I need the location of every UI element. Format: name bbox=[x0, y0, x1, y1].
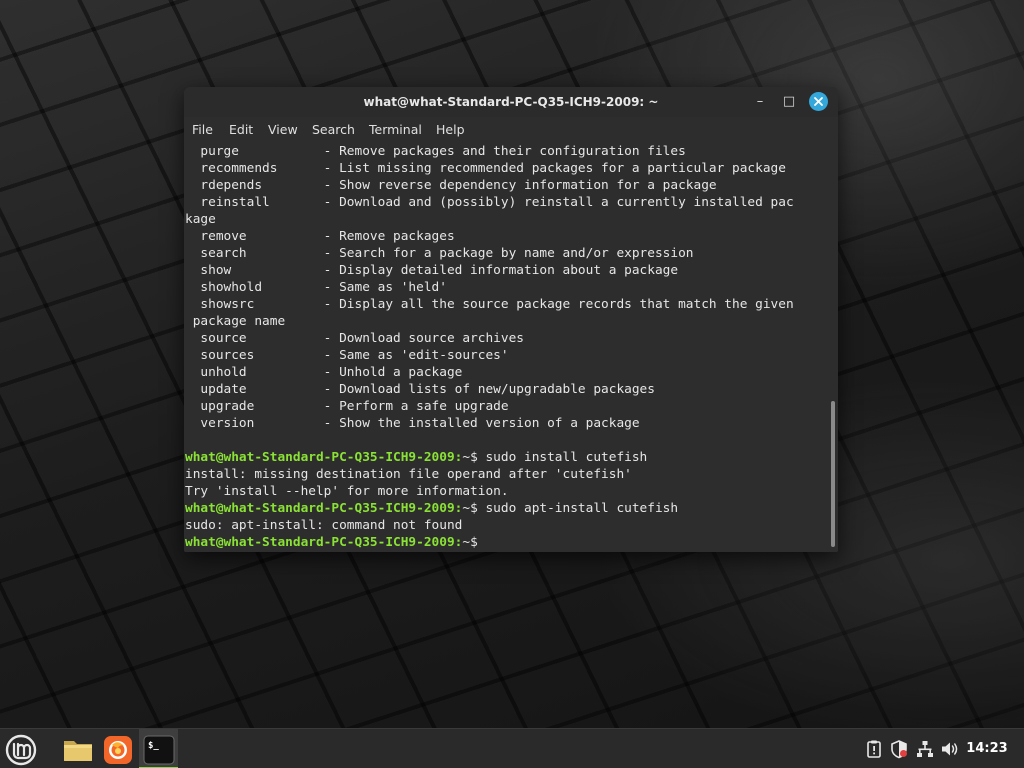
line-text: package name bbox=[185, 314, 286, 329]
line-text: update - Download lists of new/upgradabl… bbox=[185, 382, 655, 397]
line-text: search - Search for a package by name an… bbox=[185, 246, 694, 261]
mint-menu-button[interactable] bbox=[4, 733, 38, 767]
terminal-launcher[interactable]: $_ bbox=[142, 733, 176, 767]
firefox-icon bbox=[104, 736, 132, 764]
line-text: ~$ sudo apt-install cutefish bbox=[462, 501, 679, 516]
line-text: showsrc - Display all the source package… bbox=[185, 297, 794, 312]
terminal-cursor bbox=[485, 534, 494, 549]
close-icon bbox=[814, 97, 823, 106]
terminal-scrollbar[interactable] bbox=[828, 143, 838, 552]
line-text: showhold - Same as 'held' bbox=[185, 280, 447, 295]
line-text: Try 'install --help' for more informatio… bbox=[185, 484, 509, 499]
line-text: install: missing destination file operan… bbox=[185, 467, 632, 482]
line-text: source - Download source archives bbox=[185, 331, 524, 346]
terminal-line: what@what-Standard-PC-Q35-ICH9-2009:~$ bbox=[185, 534, 494, 551]
line-text: show - Display detailed information abou… bbox=[185, 263, 679, 278]
window-title: what@what-Standard-PC-Q35-ICH9-2009: ~ bbox=[363, 95, 659, 109]
line-text: remove - Remove packages bbox=[185, 229, 455, 244]
scrollbar-thumb[interactable] bbox=[831, 401, 835, 547]
terminal-line: sudo: apt-install: command not found bbox=[185, 517, 462, 534]
volume-tray[interactable] bbox=[940, 739, 960, 759]
terminal-window[interactable]: what@what-Standard-PC-Q35-ICH9-2009: ~ –… bbox=[184, 87, 838, 552]
terminal-output[interactable]: purge - Remove packages and their config… bbox=[184, 143, 828, 552]
line-text: upgrade - Perform a safe upgrade bbox=[185, 399, 509, 414]
line-text: reinstall - Download and (possibly) rein… bbox=[185, 195, 794, 210]
line-text: unhold - Unhold a package bbox=[185, 365, 463, 380]
line-text: ~$ sudo install cutefish bbox=[462, 450, 648, 465]
maximize-button[interactable]: □ bbox=[780, 93, 798, 111]
terminal-line: what@what-Standard-PC-Q35-ICH9-2009:~$ s… bbox=[185, 449, 647, 466]
firefox-launcher[interactable] bbox=[101, 733, 135, 767]
menu-terminal[interactable]: Terminal bbox=[369, 117, 422, 141]
terminal-line: upgrade - Perform a safe upgrade bbox=[185, 398, 509, 415]
clock[interactable]: 14:23 bbox=[962, 729, 1012, 768]
terminal-line: remove - Remove packages bbox=[185, 228, 455, 245]
line-text: version - Show the installed version of … bbox=[185, 416, 640, 431]
menubar: File Edit View Search Terminal Help bbox=[184, 117, 838, 141]
terminal-line: show - Display detailed information abou… bbox=[185, 262, 678, 279]
line-text: sources - Same as 'edit-sources' bbox=[185, 348, 509, 363]
terminal-line: source - Download source archives bbox=[185, 330, 524, 347]
line-text: recommends - List missing recommended pa… bbox=[185, 161, 786, 176]
window-titlebar[interactable]: what@what-Standard-PC-Q35-ICH9-2009: ~ –… bbox=[184, 87, 838, 117]
update-shield-icon bbox=[891, 740, 907, 759]
terminal-line: Try 'install --help' for more informatio… bbox=[185, 483, 509, 500]
terminal-icon: $_ bbox=[143, 735, 175, 765]
terminal-line: purge - Remove packages and their config… bbox=[185, 143, 686, 160]
network-icon bbox=[917, 741, 933, 757]
terminal-line: update - Download lists of new/upgradabl… bbox=[185, 381, 655, 398]
terminal-line: recommends - List missing recommended pa… bbox=[185, 160, 786, 177]
shell-prompt: what@what-Standard-PC-Q35-ICH9-2009: bbox=[185, 501, 463, 516]
terminal-icon-glyph: $_ bbox=[148, 741, 159, 751]
files-launcher[interactable] bbox=[61, 733, 95, 767]
files-folder-icon bbox=[64, 741, 92, 761]
mint-menu-icon bbox=[5, 734, 37, 766]
menu-search[interactable]: Search bbox=[312, 117, 355, 141]
menu-view[interactable]: View bbox=[268, 117, 298, 141]
terminal-line: install: missing destination file operan… bbox=[185, 466, 632, 483]
terminal-line: unhold - Unhold a package bbox=[185, 364, 462, 381]
menu-help[interactable]: Help bbox=[436, 117, 465, 141]
terminal-line: sources - Same as 'edit-sources' bbox=[185, 347, 509, 364]
menu-edit[interactable]: Edit bbox=[229, 117, 253, 141]
minimize-button[interactable]: – bbox=[751, 93, 769, 111]
terminal-line: kage bbox=[185, 211, 216, 228]
terminal-line: rdepends - Show reverse dependency infor… bbox=[185, 177, 717, 194]
clipboard-tray[interactable] bbox=[864, 739, 884, 759]
taskbar: $_ 14:23 bbox=[0, 728, 1024, 768]
volume-icon bbox=[942, 742, 958, 756]
clipboard-icon bbox=[867, 740, 881, 758]
shell-prompt: what@what-Standard-PC-Q35-ICH9-2009: bbox=[185, 450, 463, 465]
terminal-line: reinstall - Download and (possibly) rein… bbox=[185, 194, 794, 211]
update-manager-tray[interactable] bbox=[889, 739, 909, 759]
menu-file[interactable]: File bbox=[192, 117, 213, 141]
network-tray[interactable] bbox=[915, 739, 935, 759]
line-text: purge - Remove packages and their config… bbox=[185, 144, 686, 159]
line-text: sudo: apt-install: command not found bbox=[185, 518, 463, 533]
line-text: ~$ bbox=[462, 535, 486, 550]
terminal-line: search - Search for a package by name an… bbox=[185, 245, 694, 262]
terminal-line: what@what-Standard-PC-Q35-ICH9-2009:~$ s… bbox=[185, 500, 678, 517]
shell-prompt: what@what-Standard-PC-Q35-ICH9-2009: bbox=[185, 535, 463, 550]
terminal-line: showhold - Same as 'held' bbox=[185, 279, 447, 296]
terminal-line: version - Show the installed version of … bbox=[185, 415, 640, 432]
line-text: kage bbox=[185, 212, 216, 227]
terminal-line: showsrc - Display all the source package… bbox=[185, 296, 794, 313]
terminal-line: package name bbox=[185, 313, 285, 330]
close-button[interactable] bbox=[809, 92, 828, 111]
line-text: rdepends - Show reverse dependency infor… bbox=[185, 178, 717, 193]
